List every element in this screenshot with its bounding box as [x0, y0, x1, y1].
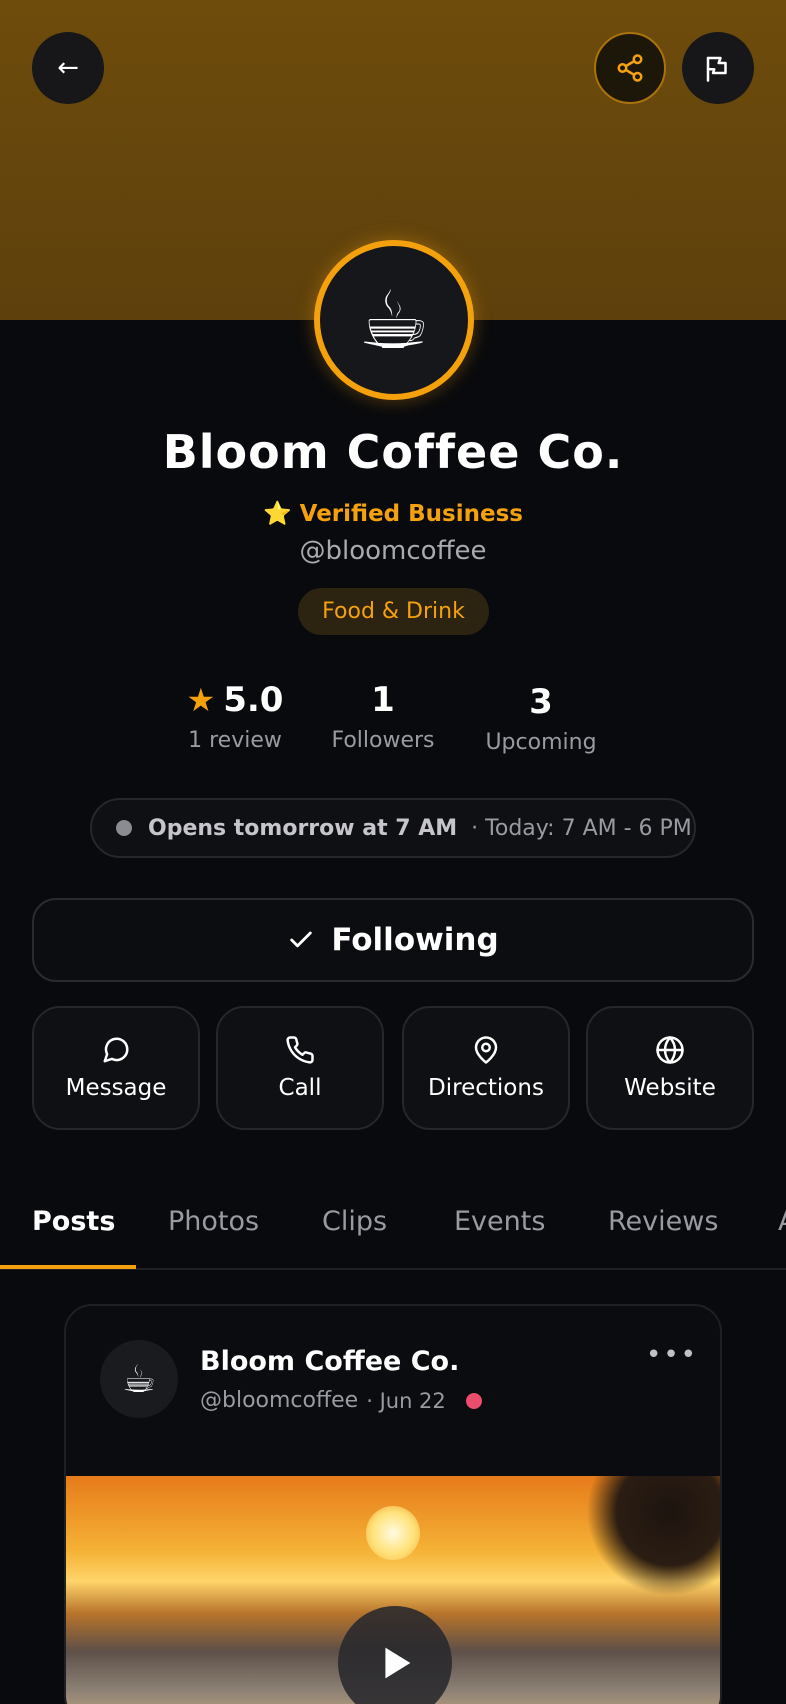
call-button[interactable]: Call [216, 1006, 384, 1130]
star-icon: ★ [186, 681, 216, 719]
share-icon [617, 54, 643, 82]
chat-bubble-icon [103, 1037, 129, 1063]
rating-value: 5.0 [223, 680, 284, 720]
rating-label: 1 review [188, 728, 282, 753]
tab-photos[interactable]: Photos [168, 1206, 259, 1237]
post-date: · Jun 22 [366, 1388, 446, 1413]
stat-upcoming[interactable]: 3 Upcoming [476, 682, 606, 755]
tab-events[interactable]: Events [454, 1206, 545, 1237]
map-pin-icon [474, 1036, 498, 1064]
active-tab-indicator [0, 1265, 136, 1269]
website-label: Website [624, 1075, 716, 1101]
followers-label: Followers [331, 728, 435, 753]
phone-icon [286, 1036, 314, 1064]
tab-about[interactable]: A [778, 1206, 786, 1237]
hours-pill[interactable]: Opens tomorrow at 7 AM · Today: 7 AM - 6… [90, 798, 696, 858]
post-card[interactable]: ☕ Bloom Coffee Co. @bloomcoffee · Jun 22… [64, 1304, 722, 1704]
directions-button[interactable]: Directions [402, 1006, 570, 1130]
upcoming-value: 3 [529, 682, 553, 722]
website-button[interactable]: Website [586, 1006, 754, 1130]
verified-badge: ⭐ Verified Business [263, 501, 523, 527]
share-button[interactable] [594, 32, 666, 104]
tab-posts[interactable]: Posts [32, 1206, 115, 1237]
checkmark-icon [290, 931, 313, 948]
hours-today: · Today: 7 AM - 6 PM [471, 815, 692, 841]
tab-reviews[interactable]: Reviews [608, 1206, 718, 1237]
live-indicator-dot [465, 1392, 482, 1409]
profile-handle: @bloomcoffee [299, 536, 487, 566]
palm-trees [586, 1476, 720, 1596]
following-label: Following [331, 922, 499, 958]
followers-value: 1 [371, 680, 395, 720]
directions-label: Directions [428, 1075, 544, 1101]
hours-status: Opens tomorrow at 7 AM [148, 815, 458, 841]
message-button[interactable]: Message [32, 1006, 200, 1130]
profile-tabs: Posts Photos Clips Events Reviews A [0, 1190, 786, 1270]
report-button[interactable] [682, 32, 754, 104]
globe-icon [656, 1036, 684, 1064]
play-icon [385, 1647, 411, 1679]
play-button[interactable] [338, 1606, 452, 1704]
profile-avatar: ☕ [314, 240, 474, 400]
upcoming-label: Upcoming [485, 730, 597, 755]
arrow-left-icon: ← [57, 53, 79, 83]
back-button[interactable]: ← [32, 32, 104, 104]
closed-status-dot [116, 820, 132, 836]
tab-clips[interactable]: Clips [322, 1206, 387, 1237]
following-button[interactable]: Following [32, 898, 754, 982]
flag-icon [706, 56, 727, 82]
post-avatar[interactable]: ☕ [100, 1340, 178, 1418]
post-video-thumbnail[interactable] [66, 1476, 720, 1704]
post-author[interactable]: Bloom Coffee Co. [200, 1346, 459, 1377]
stat-rating[interactable]: ★ 5.0 1 review [180, 680, 290, 753]
more-options-icon[interactable]: ••• [646, 1340, 698, 1370]
post-handle: @bloomcoffee [200, 1388, 359, 1413]
profile-name: Bloom Coffee Co. [162, 425, 624, 479]
message-label: Message [65, 1075, 167, 1101]
post-meta: @bloomcoffee · Jun 22 [200, 1388, 482, 1413]
coffee-cup-icon: ☕ [358, 273, 430, 367]
sunset-sun [366, 1506, 420, 1560]
coffee-cup-icon: ☕ [121, 1357, 157, 1401]
category-chip[interactable]: Food & Drink [298, 588, 489, 635]
call-label: Call [278, 1075, 322, 1101]
stat-followers[interactable]: 1 Followers [320, 680, 446, 753]
